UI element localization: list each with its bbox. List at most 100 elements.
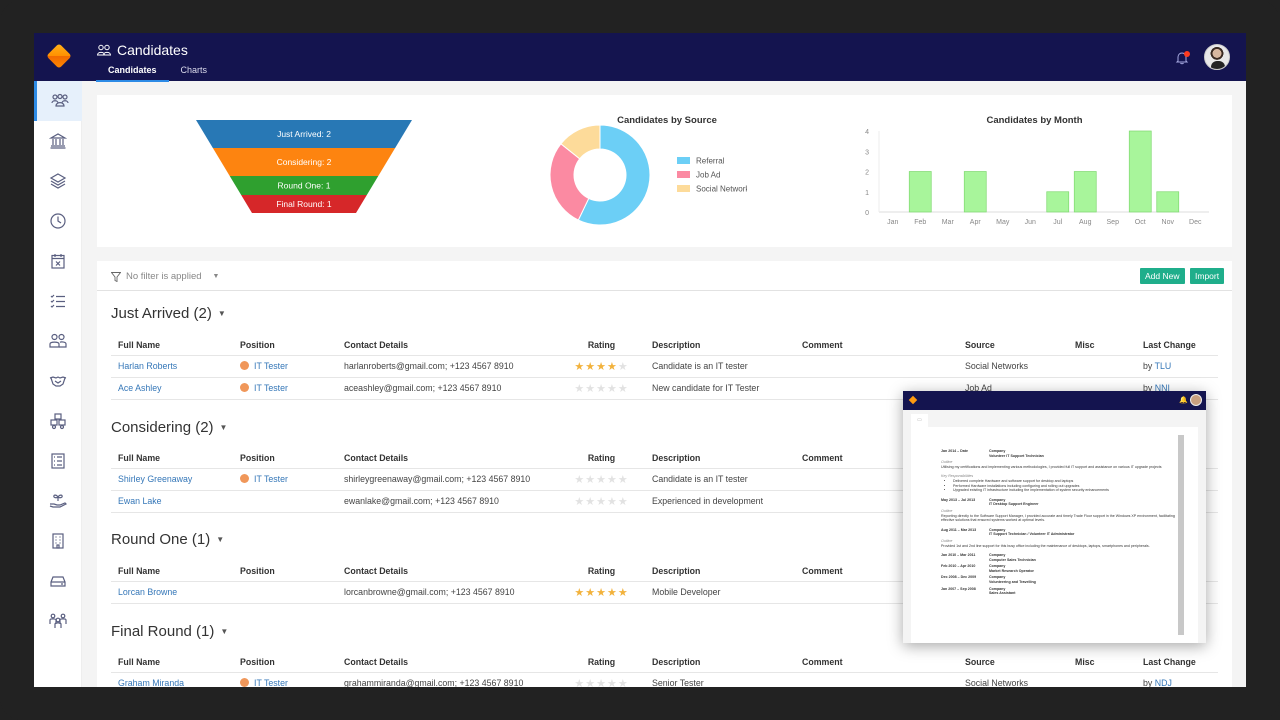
candidate-name-link[interactable]: Lorcan Browne — [118, 587, 177, 597]
star-icon[interactable]: ★ — [574, 678, 585, 688]
column-header[interactable]: Contact Details — [337, 652, 551, 673]
sidebar-item-history[interactable] — [34, 201, 82, 241]
column-header[interactable]: Full Name — [111, 335, 233, 356]
resume-preview-popup[interactable]: 🔔 ▭ Jan 2014 – Date Company Volunteer IT S… — [903, 391, 1206, 643]
star-icon[interactable]: ★ — [596, 383, 607, 395]
column-header[interactable]: Position — [233, 561, 337, 582]
candidate-name-link[interactable]: Shirley Greenaway — [118, 474, 192, 484]
candidate-name-link[interactable]: Ace Ashley — [118, 383, 162, 393]
column-header[interactable]: Rating — [551, 652, 645, 673]
star-icon[interactable]: ★ — [596, 587, 607, 599]
last-change-user-link[interactable]: NDJ — [1155, 678, 1172, 687]
table-row[interactable]: Graham Miranda IT Tester grahammiranda@gma… — [111, 672, 1218, 687]
tab-candidates[interactable]: Candidates — [96, 63, 169, 82]
sidebar-item-growth[interactable] — [34, 481, 82, 521]
last-change-user-link[interactable]: TLU — [1155, 361, 1172, 371]
sidebar-item-layers[interactable] — [34, 161, 82, 201]
column-header[interactable]: Description — [645, 448, 795, 469]
column-header[interactable]: Comment — [795, 652, 958, 673]
column-header[interactable]: Contact Details — [337, 335, 551, 356]
column-header[interactable]: Position — [233, 448, 337, 469]
sidebar-item-calendar[interactable] — [34, 241, 82, 281]
column-header[interactable]: Position — [233, 652, 337, 673]
column-header[interactable]: Description — [645, 335, 795, 356]
star-icon[interactable]: ★ — [585, 587, 596, 599]
group-title[interactable]: Considering (2) ▼ — [111, 419, 227, 436]
bar[interactable] — [963, 171, 987, 213]
star-icon[interactable]: ★ — [574, 587, 585, 599]
star-icon[interactable]: ★ — [574, 496, 585, 508]
table-row[interactable]: Harlan Roberts IT Tester harlanroberts@gma… — [111, 355, 1218, 378]
bar[interactable] — [1046, 191, 1070, 213]
position-link[interactable]: IT Tester — [254, 383, 288, 393]
bar[interactable] — [1128, 130, 1152, 213]
star-rating[interactable]: ★★★★★ — [574, 587, 628, 599]
sidebar-item-assets[interactable] — [34, 401, 82, 441]
star-icon[interactable]: ★ — [596, 361, 607, 373]
column-header[interactable]: Source — [958, 652, 1068, 673]
star-rating[interactable]: ★★★★★ — [574, 361, 628, 373]
column-header[interactable]: Full Name — [111, 448, 233, 469]
star-icon[interactable]: ★ — [585, 383, 596, 395]
star-rating[interactable]: ★★★★★ — [574, 383, 628, 395]
column-header[interactable]: Rating — [551, 335, 645, 356]
position-link[interactable]: IT Tester — [254, 678, 288, 687]
sidebar-item-inbox[interactable] — [34, 561, 82, 601]
add-new-button[interactable]: Add New — [1140, 268, 1185, 284]
candidate-name-link[interactable]: Harlan Roberts — [118, 361, 177, 371]
star-icon[interactable]: ★ — [574, 474, 585, 486]
star-icon[interactable]: ★ — [618, 587, 629, 599]
column-header[interactable]: Contact Details — [337, 561, 551, 582]
star-icon[interactable]: ★ — [607, 383, 618, 395]
sidebar-item-users[interactable] — [34, 321, 82, 361]
group-title[interactable]: Just Arrived (2) ▼ — [111, 305, 226, 322]
star-rating[interactable]: ★★★★★ — [574, 678, 628, 688]
column-header[interactable]: Last Change — [1136, 335, 1218, 356]
star-rating[interactable]: ★★★★★ — [574, 496, 628, 508]
group-title[interactable]: Final Round (1) ▼ — [111, 623, 228, 640]
star-icon[interactable]: ★ — [585, 474, 596, 486]
sidebar-item-forms[interactable] — [34, 441, 82, 481]
star-icon[interactable]: ★ — [596, 496, 607, 508]
star-icon[interactable]: ★ — [607, 361, 618, 373]
candidate-name-link[interactable]: Ewan Lake — [118, 496, 162, 506]
star-icon[interactable]: ★ — [607, 496, 618, 508]
position-link[interactable]: IT Tester — [254, 474, 288, 484]
column-header[interactable]: Description — [645, 561, 795, 582]
star-icon[interactable]: ★ — [585, 496, 596, 508]
star-icon[interactable]: ★ — [596, 474, 607, 486]
tab-charts[interactable]: Charts — [169, 63, 220, 82]
column-header[interactable]: Full Name — [111, 652, 233, 673]
star-icon[interactable]: ★ — [618, 474, 629, 486]
sidebar-item-deals[interactable] — [34, 361, 82, 401]
filter-dropdown[interactable]: No filter is applied ▼ — [111, 271, 219, 282]
column-header[interactable]: Description — [645, 652, 795, 673]
import-button[interactable]: Import — [1190, 268, 1225, 284]
column-header[interactable]: Contact Details — [337, 448, 551, 469]
sidebar-item-candidates[interactable] — [34, 81, 82, 121]
star-icon[interactable]: ★ — [607, 474, 618, 486]
sidebar-item-checklist[interactable] — [34, 281, 82, 321]
bar[interactable] — [908, 171, 932, 213]
star-icon[interactable]: ★ — [607, 587, 618, 599]
column-header[interactable]: Comment — [795, 335, 958, 356]
star-icon[interactable]: ★ — [618, 496, 629, 508]
star-icon[interactable]: ★ — [618, 383, 629, 395]
user-avatar[interactable] — [1204, 44, 1230, 70]
column-header[interactable]: Source — [958, 335, 1068, 356]
group-title[interactable]: Round One (1) ▼ — [111, 531, 224, 548]
star-icon[interactable]: ★ — [618, 678, 629, 688]
star-icon[interactable]: ★ — [607, 678, 618, 688]
position-link[interactable]: IT Tester — [254, 361, 288, 371]
column-header[interactable]: Rating — [551, 448, 645, 469]
bar[interactable] — [1073, 171, 1097, 213]
star-icon[interactable]: ★ — [618, 361, 629, 373]
column-header[interactable]: Misc — [1068, 335, 1136, 356]
star-icon[interactable]: ★ — [574, 383, 585, 395]
column-header[interactable]: Last Change — [1136, 652, 1218, 673]
sidebar-item-bank[interactable] — [34, 121, 82, 161]
column-header[interactable]: Position — [233, 335, 337, 356]
star-rating[interactable]: ★★★★★ — [574, 474, 628, 486]
popup-document-tab[interactable]: ▭ — [911, 414, 928, 427]
bar[interactable] — [1156, 191, 1180, 213]
